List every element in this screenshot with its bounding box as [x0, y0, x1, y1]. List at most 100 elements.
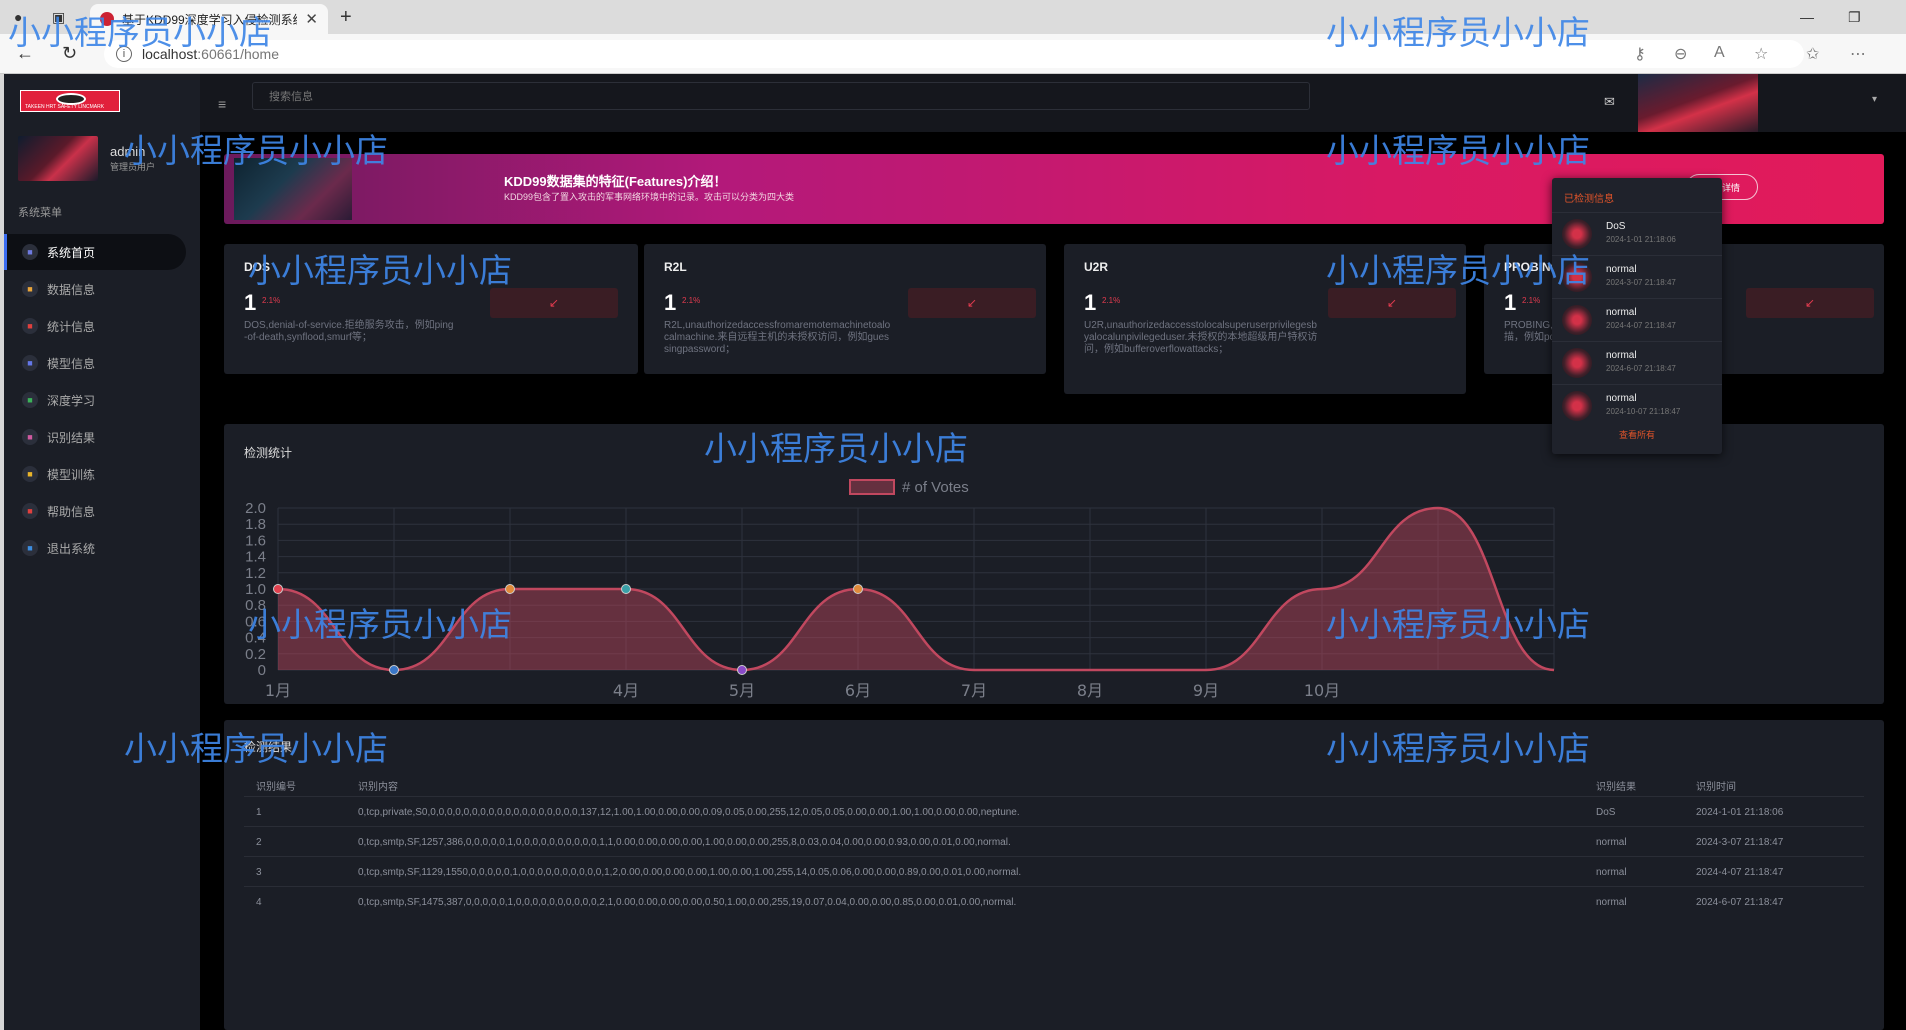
see-all-link[interactable]: 查看所有 [1552, 428, 1722, 441]
card-arrow-button[interactable]: ↙ [1746, 288, 1874, 318]
card-title: R2L [664, 260, 687, 274]
data-point [621, 584, 631, 594]
cell-time: 2024-4-07 21:18:47 [1696, 867, 1784, 878]
notification-item[interactable]: normal 2024-4-07 21:18:47 [1552, 298, 1722, 341]
sidebar-item[interactable]: ■ 识别结果 [4, 419, 200, 455]
favorites-bar-icon[interactable]: ✩ [1806, 44, 1819, 64]
sidebar-item-label: 深度学习 [47, 393, 96, 408]
card-arrow-button[interactable]: ↙ [1328, 288, 1456, 318]
cell-content: 0,tcp,smtp,SF,1475,387,0,0,0,0,0,1,0,0,0… [358, 897, 1017, 908]
watermark-text: 小小程序员小小店 [1326, 729, 1590, 768]
key-icon[interactable]: ⚷ [1634, 44, 1646, 64]
zoom-icon[interactable]: ⊖ [1674, 44, 1687, 64]
top-header: ≡ 搜索信息 ✉ ▾ [200, 74, 1906, 132]
card-arrow-button[interactable]: ↙ [490, 288, 618, 318]
notification-date: 2024-3-07 21:18:47 [1606, 278, 1676, 287]
sidebar-item[interactable]: ■ 模型信息 [4, 345, 200, 381]
read-aloud-icon[interactable]: A [1714, 44, 1725, 62]
sidebar-item-label: 退出系统 [47, 541, 96, 556]
y-tick-label: 2.0 [245, 500, 266, 517]
watermark-text: 小小程序员小小店 [1326, 131, 1590, 170]
minimize-icon[interactable]: — [1800, 9, 1814, 25]
maximize-icon[interactable]: ❐ [1848, 9, 1861, 26]
notification-avatar [1562, 305, 1592, 335]
dropdown-title: 已检测信息 [1564, 194, 1614, 205]
cell-id: 1 [256, 807, 262, 818]
cell-content: 0,tcp,smtp,SF,1129,1550,0,0,0,0,0,1,0,0,… [358, 867, 1022, 878]
chevron-down-icon[interactable]: ▾ [1872, 94, 1877, 105]
watermark-text: 小小程序员小小店 [248, 251, 512, 290]
sidebar-item[interactable]: ■ 帮助信息 [4, 493, 200, 529]
sidebar-item-label: 帮助信息 [47, 504, 96, 519]
y-tick-label: 0 [258, 662, 266, 679]
card-value: 1 [664, 290, 677, 315]
y-tick-label: 1.0 [245, 581, 266, 598]
sidebar-menu: ■ 系统首页 ■ 数据信息 ■ 统计信息 ■ 模型信息 ■ 深度学习 ■ 识别结果 ■ 模型训练 ■ 帮助信息… [4, 234, 200, 567]
header-id: 识别编号 [256, 782, 296, 793]
notification-name: DoS [1606, 221, 1626, 232]
card-value: 1 [1084, 290, 1097, 315]
card-value: 1 [244, 290, 257, 315]
header-avatar[interactable] [1638, 74, 1758, 132]
mail-icon[interactable]: ✉ [1604, 94, 1615, 110]
y-tick-label: 1.8 [245, 516, 266, 533]
table-row[interactable]: 4 0,tcp,smtp,SF,1475,387,0,0,0,0,0,1,0,0,… [244, 886, 1864, 916]
sidebar-item[interactable]: ■ 深度学习 [4, 382, 200, 418]
watermark-text: 小小程序员小小店 [1326, 13, 1590, 52]
y-tick-label: 1.4 [245, 549, 266, 566]
notification-date: 2024-10-07 21:18:47 [1606, 407, 1681, 416]
new-tab-button[interactable]: + [340, 6, 352, 29]
browser-tabbar: ● ▣ 基于KDD99深度学习入侵检测系统 ✕ + — ❐ [0, 0, 1906, 34]
watermark-text: 小小程序员小小店 [248, 605, 512, 644]
notification-name: normal [1606, 350, 1637, 361]
cell-time: 2024-3-07 21:18:47 [1696, 837, 1784, 848]
sidebar-item[interactable]: ■ 退出系统 [4, 530, 200, 566]
card-description: U2R,unauthorizedaccesstolocalsuperuserpr… [1084, 320, 1318, 355]
hamburger-icon[interactable]: ≡ [218, 96, 226, 112]
y-tick-label: 1.2 [245, 565, 266, 582]
logo[interactable]: TAKEEN HRT SAFETY LINCMARK [20, 90, 120, 112]
search-input[interactable]: 搜索信息 [252, 82, 1310, 110]
notification-item[interactable]: normal 2024-10-07 21:18:47 [1552, 384, 1722, 427]
card-percent: 2.1% [262, 296, 281, 305]
sidebar-item[interactable]: ■ 模型训练 [4, 456, 200, 492]
table-header: 识别编号 识别内容 识别结果 识别时间 [244, 772, 1864, 796]
x-tick-label: 10月 [1304, 681, 1340, 700]
notification-avatar [1562, 348, 1592, 378]
notification-name: normal [1606, 264, 1637, 275]
header-result: 识别结果 [1596, 782, 1636, 793]
x-tick-label: 9月 [1193, 681, 1219, 700]
x-tick-label: 5月 [729, 681, 755, 700]
layers-icon: ■ [22, 392, 38, 408]
table-row[interactable]: 2 0,tcp,smtp,SF,1257,386,0,0,0,0,0,1,0,0,… [244, 826, 1864, 856]
tab-close-icon[interactable]: ✕ [305, 10, 318, 28]
cell-content: 0,tcp,private,S0,0,0,0,0,0,0,0,0,0,0,0,0… [358, 807, 1020, 818]
notification-avatar [1562, 391, 1592, 421]
card-percent: 2.1% [682, 296, 701, 305]
help-icon: ■ [22, 503, 38, 519]
cell-result: normal [1596, 897, 1627, 908]
sidebar-item-label: 模型信息 [47, 356, 96, 371]
y-tick-label: 1.6 [245, 532, 266, 549]
more-icon[interactable]: ⋯ [1850, 44, 1866, 64]
watermark-text: 小小程序员小小店 [8, 13, 272, 52]
legend-label: # of Votes [902, 479, 969, 496]
card-arrow-button[interactable]: ↙ [908, 288, 1036, 318]
menu-title: 系统菜单 [18, 207, 62, 219]
x-tick-label: 6月 [845, 681, 871, 700]
banner-subtitle: KDD99包含了置入攻击的军事网络环境中的记录。攻击可以分类为四大类 [504, 192, 795, 202]
sidebar-item[interactable]: ■ 系统首页 [4, 234, 186, 270]
watermark-text: 小小程序员小小店 [1326, 605, 1590, 644]
area-chart: 2.01.81.61.41.21.00.80.60.40.201月 4月 5月 6月 7… [245, 479, 1555, 700]
notification-item[interactable]: normal 2024-6-07 21:18:47 [1552, 341, 1722, 384]
table-row[interactable]: 3 0,tcp,smtp,SF,1129,1550,0,0,0,0,0,1,0,0… [244, 856, 1864, 886]
watermark-text: 小小程序员小小店 [124, 729, 388, 768]
chat-icon: ■ [22, 355, 38, 371]
sidebar-item[interactable]: ■ 统计信息 [4, 308, 200, 344]
data-point [389, 665, 399, 675]
cell-result: normal [1596, 867, 1627, 878]
table-row[interactable]: 1 0,tcp,private,S0,0,0,0,0,0,0,0,0,0,0,0,… [244, 796, 1864, 826]
sidebar-item[interactable]: ■ 数据信息 [4, 271, 200, 307]
result-table-panel: 检测结果 识别编号 识别内容 识别结果 识别时间 1 0,tcp,private,… [224, 720, 1884, 1030]
favorite-icon[interactable]: ☆ [1754, 44, 1768, 64]
